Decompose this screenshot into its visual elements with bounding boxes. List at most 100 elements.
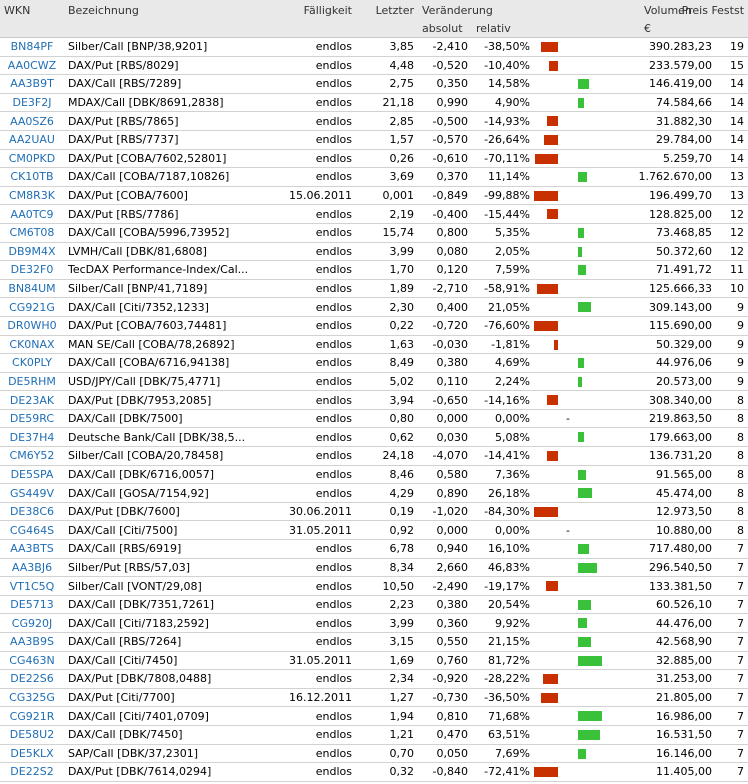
wkn-link[interactable]: DE37H4 [0, 427, 64, 448]
table-row[interactable]: CM6T08 DAX/Call [COBA/5996,73952] endlos 15… [0, 223, 748, 243]
table-row[interactable]: CG921R DAX/Call [Citi/7401,0709] endlos 1,9… [0, 706, 748, 726]
wkn-link[interactable]: GS449V [0, 483, 64, 503]
table-row[interactable]: DE5SPA DAX/Call [DBK/6716,0057] endlos 8,46… [0, 465, 748, 485]
col-letzter[interactable]: Letzter [356, 0, 418, 20]
wkn-link[interactable]: AA2UAU [0, 130, 64, 150]
table-row[interactable]: DE22S2 DAX/Put [DBK/7614,0294] endlos 0,32-… [0, 762, 748, 782]
table-row[interactable]: CG463N DAX/Call [Citi/7450] 31.05.2011 1,69… [0, 651, 748, 671]
table-row[interactable]: AA0SZ6 DAX/Put [RBS/7865] endlos 2,85 -0,500… [0, 111, 748, 131]
wkn-link[interactable]: BN84PF [0, 37, 64, 57]
table-row[interactable]: VT1C5Q Silber/Call [VONT/29,08] endlos 10,5… [0, 576, 748, 596]
wkn-link[interactable]: DE5KLX [0, 744, 64, 764]
wkn-link[interactable]: AA0TC9 [0, 204, 64, 224]
table-row[interactable]: CM6Y52 Silber/Call [COBA/20,78458] endlos 2… [0, 446, 748, 466]
wkn-link[interactable]: AA0CWZ [0, 56, 64, 76]
table-row[interactable]: AA2UAU DAX/Put [RBS/7737] endlos 1,57 -0,570… [0, 130, 748, 150]
col-veraenderung[interactable]: Veränderung [418, 0, 603, 20]
table-row[interactable]: AA3B9S DAX/Call [RBS/7264] endlos 3,15 0,550… [0, 632, 748, 652]
wkn-link[interactable]: CM8R3K [0, 186, 64, 206]
wkn-link[interactable]: CM0PKD [0, 149, 64, 169]
table-row[interactable]: AA3B9T DAX/Call [RBS/7289] endlos 2,75 0,350… [0, 74, 748, 94]
col-absolut[interactable]: absolut [418, 20, 472, 38]
table-row[interactable]: DE32F0 TecDAX Performance-Index/Cal... end… [0, 260, 748, 280]
negative-change-bar [547, 116, 559, 127]
table-row[interactable]: DR0WH0 DAX/Put [COBA/7603,74481] endlos 0,2… [0, 316, 748, 336]
col-preis-festst[interactable]: Preis Festst. [678, 0, 748, 20]
table-row[interactable]: DE58U2 DAX/Call [DBK/7450] endlos 1,21 0,470… [0, 725, 748, 745]
wkn-link[interactable]: VT1C5Q [0, 576, 64, 596]
wkn-link[interactable]: DB9M4X [0, 242, 64, 262]
wkn-link[interactable]: DE32F0 [0, 260, 64, 280]
table-row[interactable]: DE3F2J MDAX/Call [DBK/8691,2838] endlos 21,… [0, 93, 748, 113]
wkn-link[interactable]: CG921R [0, 706, 64, 726]
wkn-link[interactable]: DE23AK [0, 390, 64, 410]
wkn-link[interactable]: CG463N [0, 651, 64, 671]
table-row[interactable]: AA0CWZ DAX/Put [RBS/8029] endlos 4,48 -0,520… [0, 56, 748, 76]
negative-change-bar [541, 42, 559, 52]
wkn-link[interactable]: CK0PLY [0, 353, 64, 373]
table-row[interactable]: DE22S6 DAX/Put [DBK/7808,0488] endlos 2,34-… [0, 669, 748, 689]
table-row[interactable]: DE59RC DAX/Call [DBK/7500] endlos 0,80 0,000… [0, 409, 748, 429]
table-row[interactable]: BN84PF Silber/Call [BNP/38,9201] endlos 3,8… [0, 37, 748, 57]
wkn-link[interactable]: CM6T08 [0, 223, 64, 243]
table-row[interactable]: DB9M4X LVMH/Call [DBK/81,6808] endlos 3,99 0… [0, 242, 748, 262]
wkn-link[interactable]: DE5RHM [0, 372, 64, 392]
volume: 390.283,23 [602, 37, 717, 57]
wkn-link[interactable]: DE38C6 [0, 502, 64, 522]
table-row[interactable]: CG920J DAX/Call [Citi/7183,2592] endlos 3,9… [0, 613, 748, 633]
table-row[interactable]: DE5KLX SAP/Call [DBK/37,2301] endlos 0,70 0,… [0, 744, 748, 764]
wkn-link[interactable]: AA3BJ6 [0, 558, 64, 578]
instrument-name: Silber/Put [RBS/57,03] [64, 558, 260, 578]
table-row[interactable]: BN84UM Silber/Call [BNP/41,7189] endlos 1,8… [0, 279, 748, 299]
table-row[interactable]: DE5RHM USD/JPY/Call [DBK/75,4771] endlos 5,… [0, 372, 748, 392]
table-row[interactable]: CK10TB DAX/Call [COBA/7187,10826] endlos 3,… [0, 167, 748, 187]
table-row[interactable]: GS449V DAX/Call [GOSA/7154,92] endlos 4,29 0… [0, 483, 748, 503]
table-row[interactable]: CM0PKD DAX/Put [COBA/7602,52801] endlos 0,2… [0, 149, 748, 169]
table-row[interactable]: CK0PLY DAX/Call [COBA/6716,94138] endlos 8,… [0, 353, 748, 373]
col-bezeichnung[interactable]: Bezeichnung [64, 0, 260, 20]
wkn-link[interactable]: CG325G [0, 688, 64, 708]
wkn-link[interactable]: DE58U2 [0, 725, 64, 745]
wkn-link[interactable]: AA0SZ6 [0, 111, 64, 131]
wkn-link[interactable]: CG464S [0, 520, 64, 541]
table-row[interactable]: CK0NAX MAN SE/Call [COBA/78,26892] endlos 1… [0, 335, 748, 355]
price-fixings: 8 [716, 520, 748, 541]
table-row[interactable]: DE37H4 Deutsche Bank/Call [DBK/38,5... end… [0, 427, 748, 448]
wkn-link[interactable]: DE22S2 [0, 762, 64, 782]
wkn-link[interactable]: DE59RC [0, 409, 64, 429]
wkn-link[interactable]: DE22S6 [0, 669, 64, 689]
col-faelligkeit[interactable]: Fälligkeit [260, 0, 356, 20]
table-row[interactable]: CG464S DAX/Call [Citi/7500] 31.05.2011 0,92… [0, 520, 748, 541]
price-fixings: 14 [716, 93, 748, 113]
wkn-link[interactable]: AA3BTS [0, 539, 64, 559]
table-row[interactable]: CG921G DAX/Call [Citi/7352,1233] endlos 2,3… [0, 297, 748, 317]
col-wkn[interactable]: WKN [0, 0, 64, 20]
wkn-link[interactable]: CM6Y52 [0, 446, 64, 466]
volume: 21.805,00 [602, 688, 717, 708]
instrument-name: DAX/Put [DBK/7953,2085] [64, 390, 260, 410]
table-row[interactable]: DE23AK DAX/Put [DBK/7953,2085] endlos 3,94-… [0, 390, 748, 410]
table-row[interactable]: AA0TC9 DAX/Put [RBS/7786] endlos 2,19 -0,400… [0, 204, 748, 224]
col-relativ[interactable]: relativ [472, 20, 534, 38]
change-absolute: 0,990 [418, 93, 472, 113]
wkn-link[interactable]: DE5713 [0, 595, 64, 615]
price-fixings: 11 [716, 260, 748, 280]
wkn-link[interactable]: CG920J [0, 613, 64, 633]
table-row[interactable]: DE38C6 DAX/Put [DBK/7600] 30.06.2011 0,19 -1… [0, 502, 748, 522]
wkn-link[interactable]: CK0NAX [0, 335, 64, 355]
table-row[interactable]: CG325G DAX/Put [Citi/7700] 16.12.2011 1,27-… [0, 688, 748, 708]
table-row[interactable]: AA3BTS DAX/Call [RBS/6919] endlos 6,78 0,940… [0, 539, 748, 559]
wkn-link[interactable]: AA3B9T [0, 74, 64, 94]
wkn-link[interactable]: AA3B9S [0, 632, 64, 652]
wkn-link[interactable]: CG921G [0, 297, 64, 317]
wkn-link[interactable]: CK10TB [0, 167, 64, 187]
table-row[interactable]: DE5713 DAX/Call [DBK/7351,7261] endlos 2,23… [0, 595, 748, 615]
wkn-link[interactable]: DE3F2J [0, 93, 64, 113]
wkn-link[interactable]: DR0WH0 [0, 316, 64, 336]
change-bar-cell [534, 93, 603, 113]
price-fixings: 7 [716, 595, 748, 615]
wkn-link[interactable]: BN84UM [0, 279, 64, 299]
wkn-link[interactable]: DE5SPA [0, 465, 64, 485]
table-row[interactable]: CM8R3K DAX/Put [COBA/7600] 15.06.2011 0,001… [0, 186, 748, 206]
table-row[interactable]: AA3BJ6 Silber/Put [RBS/57,03] endlos 8,34 2,… [0, 558, 748, 578]
